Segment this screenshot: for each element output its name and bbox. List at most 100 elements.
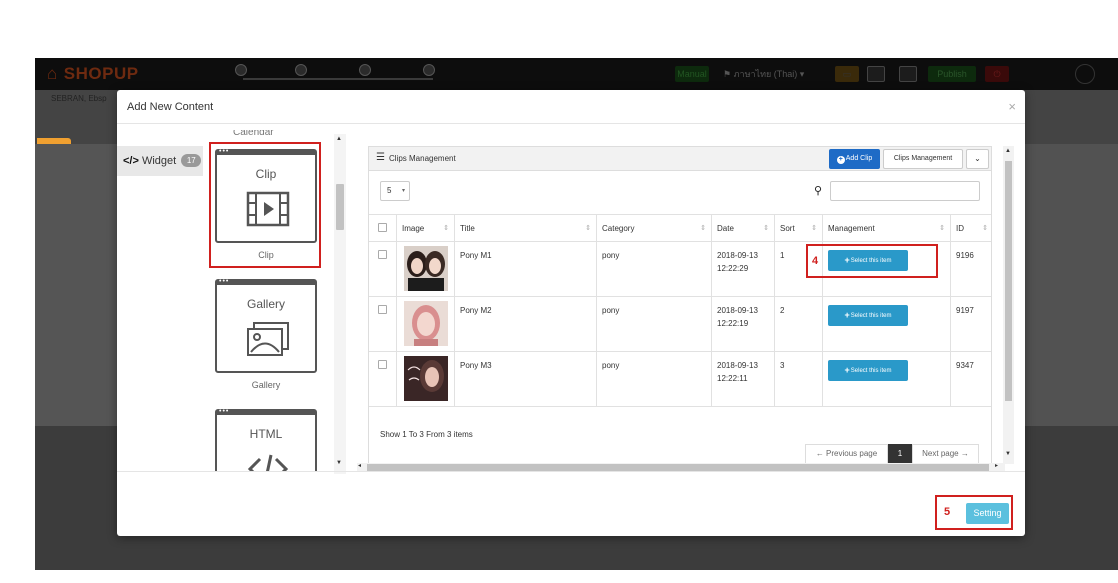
- scroll-thumb[interactable]: [336, 184, 344, 230]
- clips-management-panel: ☰ Clips Management + Add Clip Clips Manag…: [368, 146, 992, 464]
- page-1-button[interactable]: 1: [888, 444, 912, 463]
- id-cell: 9347: [950, 352, 991, 406]
- palette-item-gallery[interactable]: ••• Gallery: [215, 278, 317, 373]
- modal-footer: [117, 471, 1025, 536]
- palette-scrollbar[interactable]: ▲ ▼: [334, 134, 346, 474]
- sort-cell: 3: [774, 352, 822, 406]
- category-cell: pony: [596, 352, 711, 406]
- panel-header: ☰ Clips Management + Add Clip Clips Manag…: [369, 147, 991, 171]
- previous-page-button[interactable]: ← Previous page: [805, 444, 888, 463]
- palette-caption-gallery: Gallery: [251, 380, 281, 390]
- scroll-down-icon[interactable]: ▼: [336, 460, 342, 466]
- palette-item-html[interactable]: ••• HTML: [215, 408, 317, 471]
- highlight-clip: [209, 142, 321, 268]
- scroll-thumb[interactable]: [1005, 161, 1012, 401]
- tablet-view-button[interactable]: [867, 66, 885, 82]
- row-checkbox[interactable]: [378, 360, 387, 369]
- profile-circle[interactable]: [1075, 64, 1095, 84]
- column-header-management[interactable]: Management ⇕: [822, 215, 950, 241]
- sort-icon: ⇕: [982, 225, 988, 232]
- sort-cell: 2: [774, 297, 822, 351]
- row-checkbox[interactable]: [378, 250, 387, 259]
- scroll-thumb[interactable]: [367, 464, 989, 471]
- panel-title: Clips Management: [389, 154, 456, 163]
- plus-icon: +: [836, 156, 845, 164]
- widget-tab[interactable]: </> Widget 17: [117, 146, 203, 176]
- chevron-down-icon[interactable]: ⌄: [966, 149, 989, 169]
- select-item-button[interactable]: +Select this item: [828, 305, 908, 326]
- title-cell: Pony M2: [454, 297, 596, 351]
- title-cell: Pony M3: [454, 352, 596, 406]
- palette-item-calendar-partial[interactable]: Calendar: [233, 130, 274, 140]
- clip-thumbnail[interactable]: [404, 356, 448, 401]
- clip-thumbnail[interactable]: [404, 301, 448, 346]
- date-cell: 2018-09-13 12:22:19: [711, 297, 774, 351]
- column-header-category[interactable]: Category ⇕: [596, 215, 711, 241]
- clips-management-button[interactable]: Clips Management: [883, 149, 963, 169]
- scroll-up-icon[interactable]: ▲: [1005, 148, 1011, 154]
- category-cell: pony: [596, 297, 711, 351]
- table-info: Show 1 To 3 From 3 items: [380, 430, 473, 439]
- widget-sidebar: </> Widget 17: [117, 125, 203, 471]
- modal-header: Add New Content ×: [117, 90, 1025, 124]
- add-clip-button[interactable]: + Add Clip: [829, 149, 880, 169]
- select-all-checkbox[interactable]: [378, 223, 387, 232]
- plus-icon: +: [844, 365, 850, 375]
- date-cell: 2018-09-13 12:22:29: [711, 242, 774, 296]
- widget-label: Widget: [141, 155, 177, 167]
- palette-item-title: HTML: [249, 427, 283, 441]
- step-finish[interactable]: [423, 61, 435, 76]
- title-cell: Pony M1: [454, 242, 596, 296]
- table-row[interactable]: Pony M2 pony 2018-09-13 12:22:19 2 +Selec…: [369, 297, 991, 352]
- palette-item-title: Gallery: [246, 297, 285, 311]
- thumbnail-cell: [396, 297, 454, 351]
- site-brand: SEBRAN, Ebsp: [51, 94, 107, 103]
- category-cell: pony: [596, 242, 711, 296]
- step-design[interactable]: [235, 61, 247, 76]
- language-selector[interactable]: ⚑ ภาษาไทย (Thai) ▾: [723, 66, 827, 82]
- sort-icon: ⇕: [811, 225, 817, 232]
- publish-button[interactable]: Publish: [928, 66, 976, 82]
- search-icon: ⚲: [814, 185, 823, 197]
- next-page-button[interactable]: Next page →: [912, 444, 979, 463]
- column-header-date[interactable]: Date ⇕: [711, 215, 774, 241]
- steps-line: [243, 78, 433, 80]
- hero-right-image: [1023, 144, 1118, 426]
- code-icon: [247, 454, 289, 471]
- column-header-title[interactable]: Title ⇕: [454, 215, 596, 241]
- scroll-up-icon[interactable]: ▲: [336, 136, 342, 142]
- scroll-left-icon[interactable]: ◂: [358, 462, 361, 469]
- desktop-view-button[interactable]: ▭: [835, 66, 859, 82]
- hero-left-image: [35, 144, 117, 426]
- setting-button[interactable]: Setting: [966, 503, 1009, 524]
- manual-button[interactable]: Manual: [675, 66, 709, 82]
- vertical-scrollbar[interactable]: ▲ ▼: [1003, 146, 1014, 464]
- column-header-id[interactable]: ID ⇕: [950, 215, 991, 241]
- sort-icon: ⇕: [443, 225, 449, 232]
- photo-icon: [247, 322, 289, 356]
- column-header-image[interactable]: Image ⇕: [396, 215, 454, 241]
- column-header-sort[interactable]: Sort ⇕: [774, 215, 822, 241]
- menu-icon: ☰: [376, 152, 385, 163]
- mobile-view-button[interactable]: [899, 66, 917, 82]
- table-header-row: Image ⇕ Title ⇕ Category ⇕ Date ⇕ Sort ⇕ Mana…: [369, 214, 991, 242]
- step-sub-page[interactable]: [359, 61, 371, 76]
- search-input[interactable]: [830, 181, 980, 201]
- modal-title: Add New Content: [127, 101, 214, 113]
- id-cell: 9196: [950, 242, 991, 296]
- clip-thumbnail[interactable]: [404, 246, 448, 291]
- management-cell: +Select this item: [822, 352, 950, 406]
- scroll-right-icon[interactable]: ▸: [995, 462, 998, 469]
- sort-icon: ⇕: [700, 225, 706, 232]
- shopup-logo: ⌂ SHOPUP: [47, 64, 139, 83]
- editor-topbar: ⌂ SHOPUP Manual ⚑ ภาษาไทย (Thai) ▾ ▭ Publ…: [35, 58, 1118, 90]
- scroll-down-icon[interactable]: ▼: [1005, 451, 1011, 457]
- step-home-page[interactable]: [295, 61, 307, 76]
- close-icon[interactable]: ×: [1008, 99, 1016, 114]
- home-icon: ⌂: [47, 64, 58, 83]
- page-size-select[interactable]: 5 ▾: [380, 181, 410, 201]
- table-row[interactable]: Pony M3 pony 2018-09-13 12:22:11 3 +Selec…: [369, 352, 991, 407]
- row-checkbox[interactable]: [378, 305, 387, 314]
- exit-button[interactable]: ⏻: [985, 66, 1009, 82]
- select-item-button[interactable]: +Select this item: [828, 360, 908, 381]
